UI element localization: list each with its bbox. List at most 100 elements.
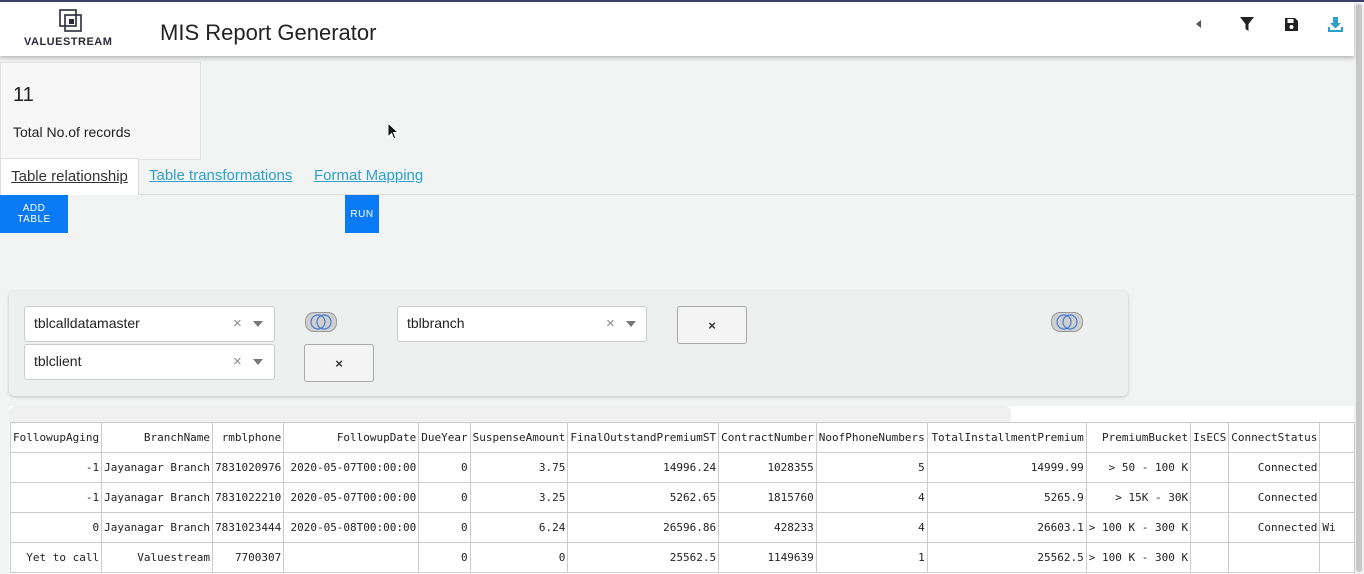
table-cell: 25562.5 <box>926 542 1087 573</box>
table-cell: 7700307 <box>212 542 285 573</box>
table-cell: 4 <box>815 482 928 513</box>
table-cell: 2020-05-07T00:00:00 <box>283 452 420 483</box>
table-cell: Jayanagar Branch <box>101 512 214 543</box>
table-cell <box>1190 452 1230 483</box>
table-cell: 14999.99 <box>926 452 1087 483</box>
table-cell: 0 <box>469 542 569 573</box>
table-cell <box>1228 542 1321 573</box>
collapse-left-icon[interactable] <box>1189 14 1209 34</box>
table-cell: 2020-05-07T00:00:00 <box>283 482 420 513</box>
remove-relationship-button[interactable]: × <box>304 344 374 382</box>
table-cell: 3.75 <box>469 452 569 483</box>
table-cell: 1815760 <box>718 482 817 513</box>
clear-icon[interactable]: × <box>233 353 242 370</box>
join-type-toggle[interactable] <box>305 312 337 332</box>
download-icon[interactable] <box>1325 14 1345 34</box>
column-header[interactable]: ConnectStatus <box>1228 422 1321 453</box>
column-header[interactable]: SuspenseAmount <box>469 422 569 453</box>
table-cell: 1 <box>815 542 928 573</box>
column-header[interactable]: ContractNumber <box>718 422 817 453</box>
left-table-select-1[interactable]: tblcalldatamaster × <box>24 306 275 342</box>
table-cell <box>1319 482 1356 513</box>
chevron-down-icon[interactable] <box>626 321 636 327</box>
table-cell: 0 <box>418 512 471 543</box>
left-table-select-2[interactable]: tblclient × <box>24 344 275 380</box>
remove-right-table-button[interactable]: × <box>677 306 747 344</box>
app-header: VALUESTREAM MIS Report Generator <box>0 2 1354 56</box>
clear-icon[interactable]: × <box>233 315 242 332</box>
table-cell: 1149639 <box>718 542 817 573</box>
table-cell <box>1319 452 1356 483</box>
table-cell: 4 <box>815 512 928 543</box>
page-scrollbar-thumb[interactable] <box>1356 4 1362 572</box>
app-title: MIS Report Generator <box>160 20 377 45</box>
right-table-select[interactable]: tblbranch × <box>397 306 647 342</box>
chevron-down-icon[interactable] <box>253 321 263 327</box>
column-header[interactable] <box>1319 422 1356 453</box>
table-cell: 14996.24 <box>567 452 720 483</box>
column-header[interactable]: BranchName <box>101 422 214 453</box>
column-header[interactable]: IsECS <box>1190 422 1230 453</box>
table-cell: Connected <box>1228 482 1321 513</box>
venn-join-icon <box>310 314 332 330</box>
table-cell <box>1190 482 1230 513</box>
table-cell: 6.24 <box>469 512 569 543</box>
column-header[interactable]: TotalInstallmentPremium <box>926 422 1087 453</box>
column-header[interactable]: NoofPhoneNumbers <box>815 422 928 453</box>
table-cell: 26603.1 <box>926 512 1087 543</box>
table-cell <box>1190 542 1230 573</box>
record-count-value: 11 <box>13 84 34 106</box>
table-cell: 26596.86 <box>567 512 720 543</box>
table-row: -1 Jayanagar Branch 7831022210 2020-05-0… <box>9 482 1356 513</box>
column-header[interactable]: DueYear <box>418 422 471 453</box>
tab-format-mapping[interactable]: Format Mapping <box>314 158 423 194</box>
table-cell: 0 <box>418 482 471 513</box>
table-cell: Jayanagar Branch <box>101 452 214 483</box>
column-header[interactable]: FinalOutstandPremiumST <box>567 422 720 453</box>
record-count-label: Total No.of records <box>13 124 131 140</box>
table-header-row: FollowupAging BranchName rmblphone Follo… <box>9 422 1356 453</box>
table-cell: Connected <box>1228 512 1321 543</box>
tab-table-transformations[interactable]: Table transformations <box>149 158 292 194</box>
clear-icon[interactable]: × <box>606 315 615 332</box>
table-cell: 1028355 <box>718 452 817 483</box>
save-icon[interactable] <box>1281 14 1301 34</box>
table-cell <box>1319 542 1356 573</box>
table-cell: 0 <box>418 542 471 573</box>
add-table-button[interactable]: ADD TABLE <box>0 195 68 233</box>
table-cell: 5262.65 <box>567 482 720 513</box>
mouse-cursor-icon <box>387 122 399 140</box>
join-type-toggle-2[interactable] <box>1051 312 1083 332</box>
tab-table-relationship[interactable]: Table relationship <box>0 158 139 195</box>
table-cell: -1 <box>9 452 103 483</box>
filter-icon[interactable] <box>1237 14 1257 34</box>
logo-text: VALUESTREAM <box>24 36 113 48</box>
chevron-down-icon[interactable] <box>253 359 263 365</box>
table-cell: -1 <box>9 482 103 513</box>
table-cell: 3.25 <box>469 482 569 513</box>
left-table-select-1-value: tblcalldatamaster <box>34 315 140 331</box>
left-table-select-2-value: tblclient <box>34 353 82 369</box>
table-cell: > 100 K - 300 K <box>1085 512 1192 543</box>
column-header[interactable]: PremiumBucket <box>1085 422 1192 453</box>
table-cell <box>283 542 420 573</box>
table-cell: > 100 K - 300 K <box>1085 542 1192 573</box>
column-header[interactable]: FollowupDate <box>283 422 420 453</box>
table-cell: Connected <box>1228 452 1321 483</box>
table-row: 0 Jayanagar Branch 7831023444 2020-05-08… <box>9 512 1356 543</box>
column-header[interactable]: rmblphone <box>212 422 285 453</box>
result-table-header-strip <box>9 406 1011 422</box>
table-cell: 5265.9 <box>926 482 1087 513</box>
table-row: -1 Jayanagar Branch 7831020976 2020-05-0… <box>9 452 1356 483</box>
table-cell: 7831020976 <box>212 452 285 483</box>
table-cell: 2020-05-08T00:00:00 <box>283 512 420 543</box>
tab-bar: Table relationship Table transformations… <box>0 158 1354 195</box>
run-button[interactable]: RUN <box>345 195 379 233</box>
record-count-card <box>0 62 201 160</box>
table-cell: 5 <box>815 452 928 483</box>
table-cell: Wi <box>1319 512 1356 543</box>
column-header[interactable]: FollowupAging <box>9 422 103 453</box>
venn-join-icon <box>1056 314 1078 330</box>
table-cell: > 50 - 100 K <box>1085 452 1192 483</box>
table-cell: 0 <box>418 452 471 483</box>
